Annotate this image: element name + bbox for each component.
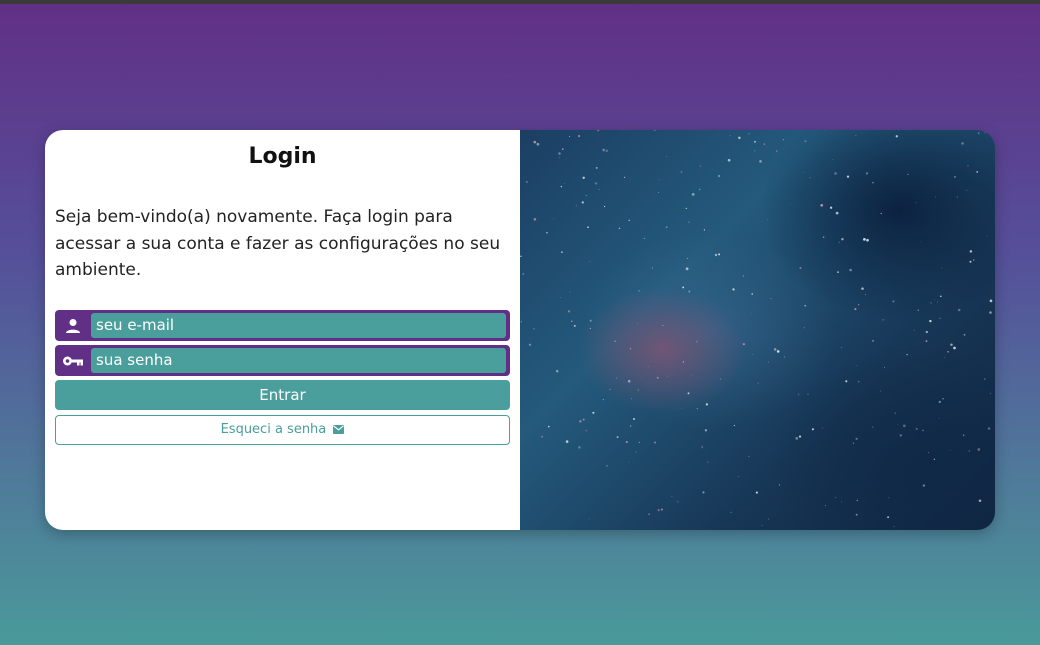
password-field-group: sua senha [55, 345, 510, 376]
email-input[interactable]: seu e-mail [91, 313, 506, 338]
mail-icon [333, 425, 345, 434]
intro-text: Seja bem-vindo(a) novamente. Faça login … [55, 207, 501, 280]
submit-button[interactable]: Entrar [55, 380, 510, 410]
key-icon [55, 345, 90, 376]
browser-top-strip [0, 0, 1040, 4]
login-card: Login Seja bem-vindo(a) novamente. Faça … [45, 130, 995, 530]
galaxy-image [520, 130, 995, 530]
forgot-password-button[interactable]: Esqueci a senha [55, 415, 510, 445]
email-field-group: seu e-mail [55, 310, 510, 341]
password-input[interactable]: sua senha [91, 348, 506, 373]
forgot-password-label: Esqueci a senha [220, 422, 327, 437]
page-title: Login [248, 144, 317, 169]
user-icon [55, 310, 90, 341]
login-panel: Login Seja bem-vindo(a) novamente. Faça … [45, 130, 520, 530]
star-field [520, 130, 995, 527]
